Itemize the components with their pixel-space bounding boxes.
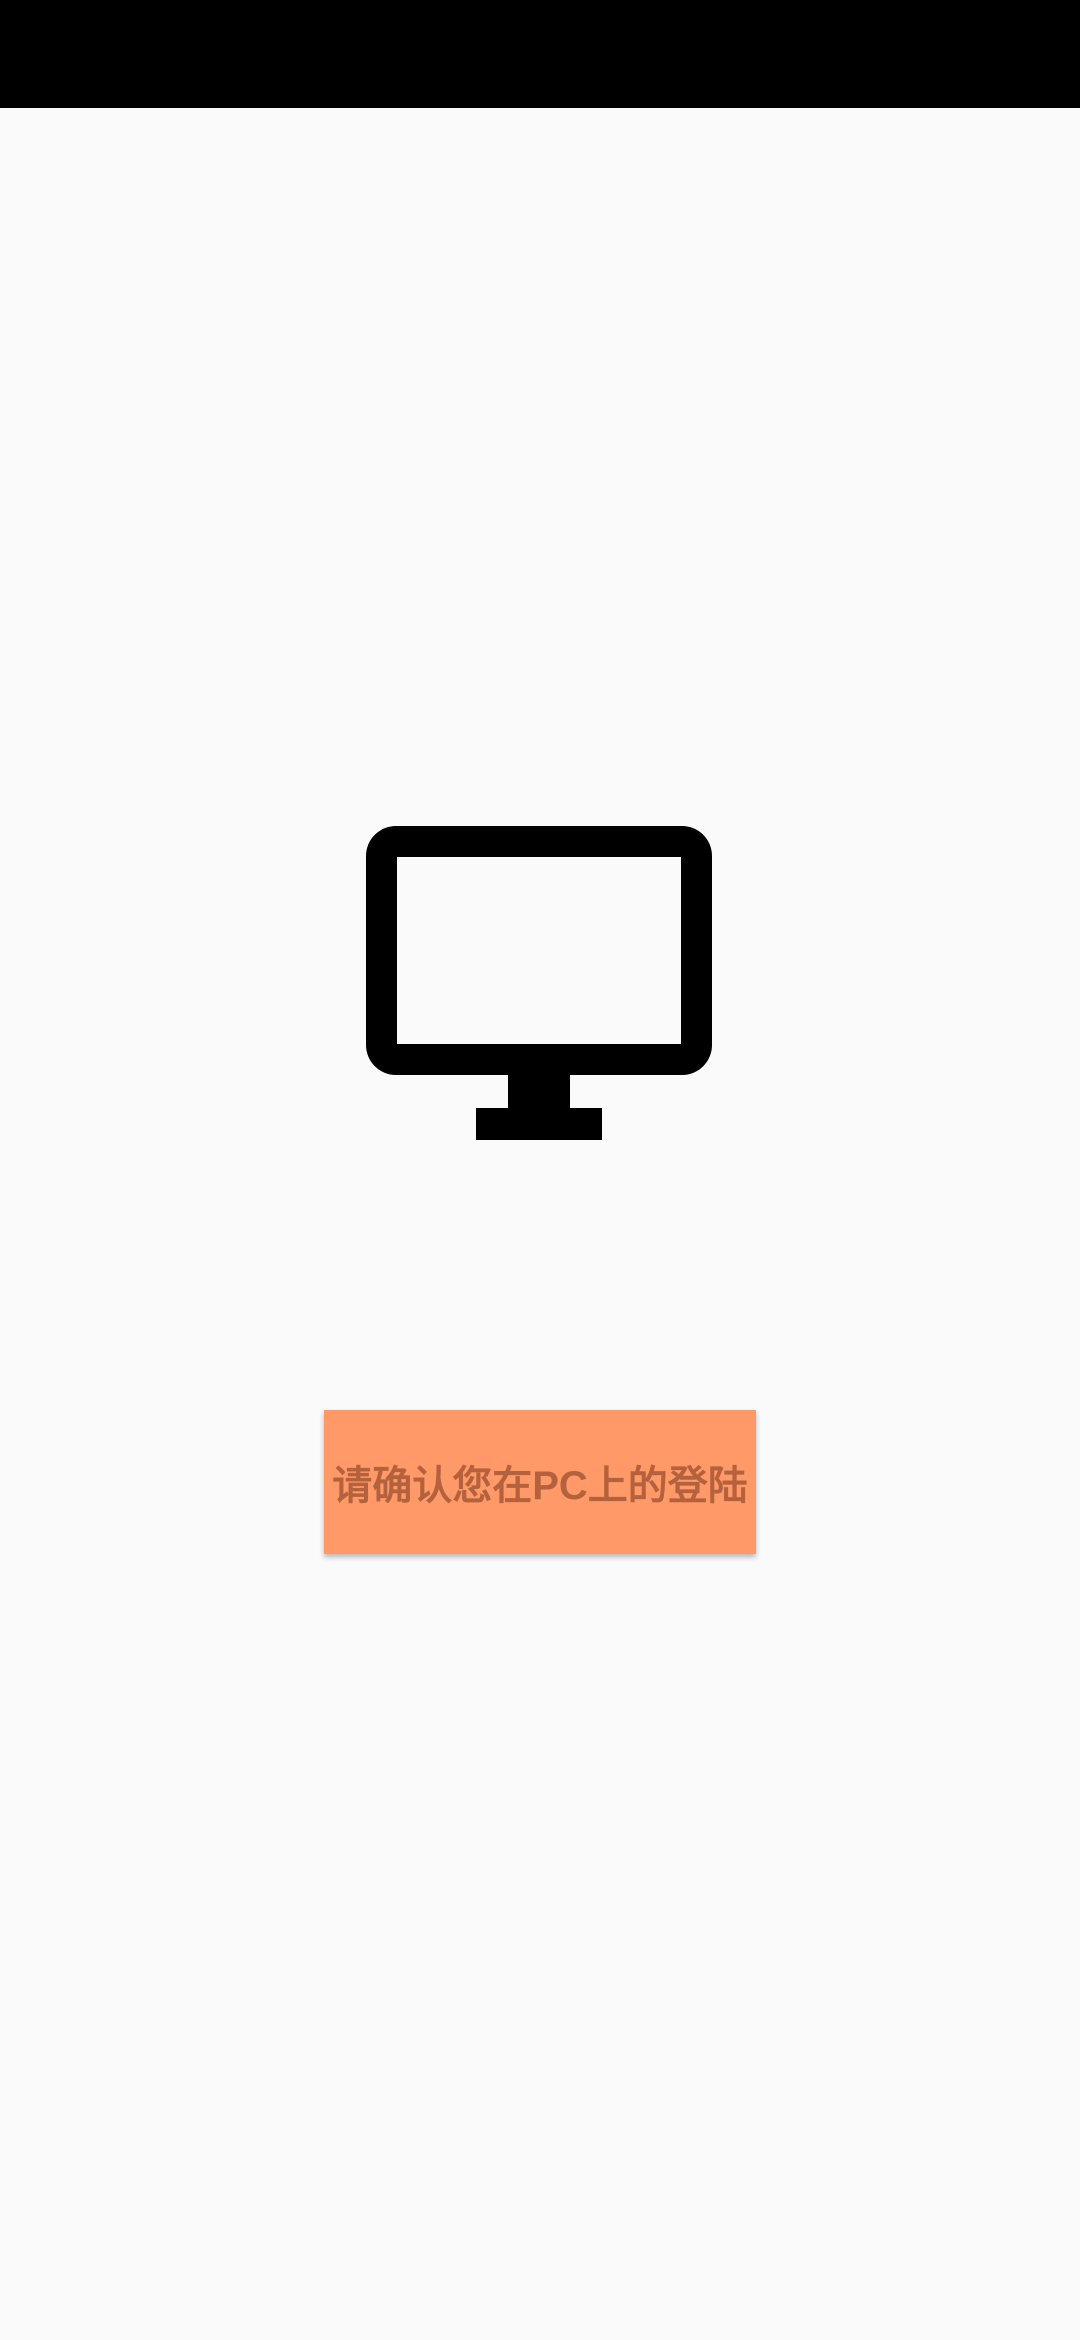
- confirm-pc-login-button[interactable]: 请确认您在PC上的登陆: [324, 1410, 756, 1554]
- main-content: [0, 108, 1080, 2340]
- desktop-monitor-icon: [366, 826, 712, 1140]
- confirm-pc-login-label: 请确认您在PC上的登陆: [332, 1464, 748, 1508]
- status-bar: [0, 0, 1080, 108]
